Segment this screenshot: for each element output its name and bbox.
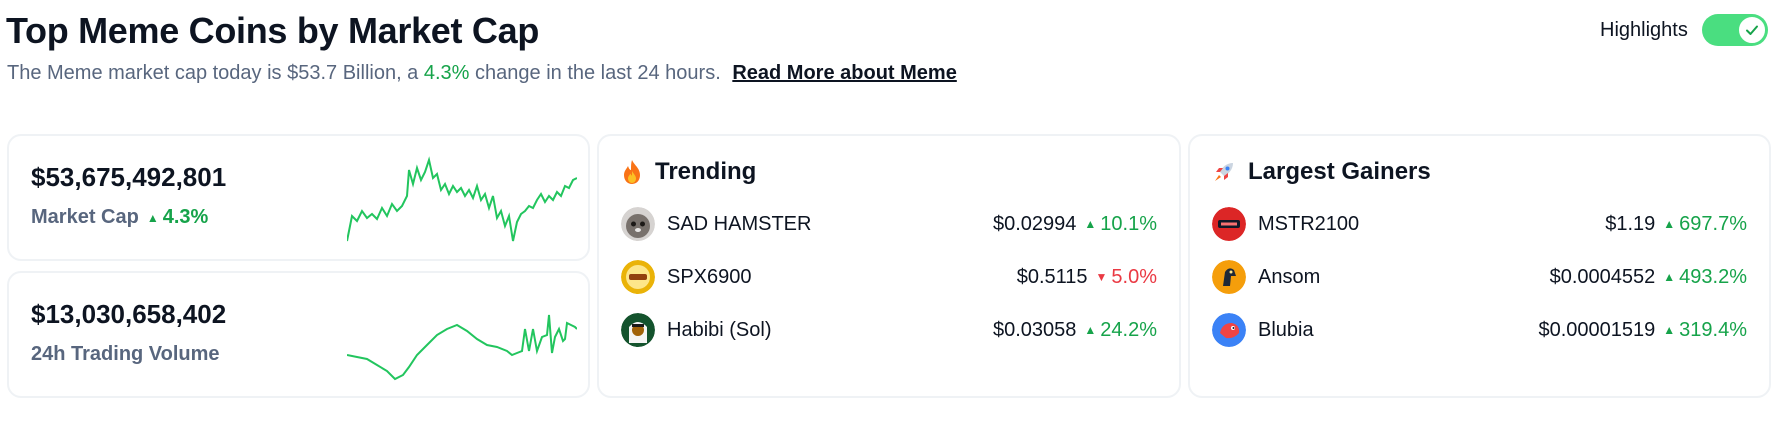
summary-text: The Meme market cap today is $53.7 Billi… (7, 62, 419, 84)
triangle-up-icon: ▲ (146, 210, 159, 225)
market-cap-change: ▲ 4.3% (147, 206, 208, 229)
spx6900-logo (621, 260, 655, 294)
volume-card[interactable]: $13,030,658,402 24h Trading Volume (7, 271, 590, 398)
triangle-up-icon: ▲ (1084, 323, 1097, 337)
triangle-up-icon: ▲ (1663, 217, 1676, 231)
check-icon (1736, 15, 1767, 45)
fire-icon (624, 160, 640, 184)
gainers-row-ansom[interactable]: Ansom $0.0004552 ▲ 493.2% (1212, 257, 1747, 297)
trending-price: $0.5115 (1016, 265, 1088, 288)
trending-change-value: 5.0% (1111, 265, 1157, 288)
trending-change: ▼ 5.0% (1096, 266, 1157, 289)
trending-row-sad-hamster[interactable]: SAD HAMSTER $0.02994 ▲ 10.1% (621, 204, 1157, 244)
gainers-row-mstr2100[interactable]: MSTR2100 $1.19 ▲ 697.7% (1212, 204, 1747, 244)
gainers-price: $0.0004552 (1549, 265, 1656, 288)
trending-change-value: 24.2% (1100, 318, 1157, 341)
gainers-title: Largest Gainers (1248, 158, 1431, 185)
market-cap-label-row: Market Cap ▲ 4.3% (31, 206, 208, 229)
trending-name: SAD HAMSTER (667, 212, 812, 235)
volume-label: 24h Trading Volume (31, 343, 220, 365)
gainers-change: ▲ 319.4% (1663, 319, 1747, 342)
sad-hamster-logo (621, 207, 655, 241)
market-summary: The Meme market cap today is $53.7 Billi… (7, 62, 957, 85)
trending-header[interactable]: Trending (621, 158, 756, 186)
gainers-name: MSTR2100 (1258, 212, 1360, 235)
trending-change: ▲ 24.2% (1084, 319, 1157, 342)
volume-value: $13,030,658,402 (31, 299, 227, 329)
habibi-logo (621, 313, 655, 347)
highlights-toggle-group: Highlights (1600, 14, 1768, 46)
highlights-label: Highlights (1600, 18, 1688, 41)
gainers-change: ▲ 697.7% (1663, 213, 1747, 236)
triangle-up-icon: ▲ (1663, 270, 1676, 284)
trending-price: $0.02994 (992, 212, 1077, 235)
page-title: Top Meme Coins by Market Cap (6, 10, 540, 51)
market-cap-change-value: 4.3% (162, 206, 209, 228)
gainers-change-value: 319.4% (1679, 318, 1747, 341)
gainers-name: Ansom (1258, 265, 1321, 288)
trending-card: Trending SAD HAMSTER $0.02994 ▲ 10.1% SP… (597, 134, 1181, 398)
summary-change: 4.3% (423, 62, 470, 84)
trending-name: SPX6900 (667, 265, 752, 288)
read-more-link[interactable]: Read More about Meme (732, 62, 956, 84)
largest-gainers-card: Largest Gainers MSTR2100 $1.19 ▲ 697.7% … (1188, 134, 1771, 398)
triangle-up-icon: ▲ (1084, 217, 1097, 231)
market-cap-sparkline (347, 156, 577, 242)
trending-title: Trending (655, 158, 757, 185)
gainers-price: $0.00001519 (1538, 318, 1656, 341)
trending-name: Habibi (Sol) (667, 318, 772, 341)
trending-change: ▲ 10.1% (1084, 213, 1157, 236)
trending-change-value: 10.1% (1100, 212, 1157, 235)
summary-text-end: change in the last 24 hours. (475, 62, 721, 84)
rocket-icon (1215, 163, 1233, 181)
gainers-name: Blubia (1258, 318, 1314, 341)
market-cap-value: $53,675,492,801 (31, 162, 227, 192)
trending-row-spx6900[interactable]: SPX6900 $0.5115 ▼ 5.0% (621, 257, 1157, 297)
triangle-up-icon: ▲ (1663, 323, 1676, 337)
gainers-price: $1.19 (1605, 212, 1656, 235)
mstr2100-logo (1212, 207, 1246, 241)
gainers-row-blubia[interactable]: Blubia $0.00001519 ▲ 319.4% (1212, 310, 1747, 350)
trending-price: $0.03058 (992, 318, 1077, 341)
market-cap-label: Market Cap (31, 206, 139, 228)
gainers-change-value: 697.7% (1679, 212, 1747, 235)
triangle-down-icon: ▼ (1095, 270, 1108, 284)
blubia-logo (1212, 313, 1246, 347)
gainers-change: ▲ 493.2% (1663, 266, 1747, 289)
volume-sparkline (347, 314, 577, 381)
highlights-toggle[interactable] (1701, 14, 1768, 46)
trending-row-habibi[interactable]: Habibi (Sol) $0.03058 ▲ 24.2% (621, 310, 1157, 350)
ansom-logo (1212, 260, 1246, 294)
gainers-header[interactable]: Largest Gainers (1212, 158, 1431, 186)
market-cap-card[interactable]: $53,675,492,801 Market Cap ▲ 4.3% (7, 134, 590, 261)
gainers-change-value: 493.2% (1679, 265, 1747, 288)
